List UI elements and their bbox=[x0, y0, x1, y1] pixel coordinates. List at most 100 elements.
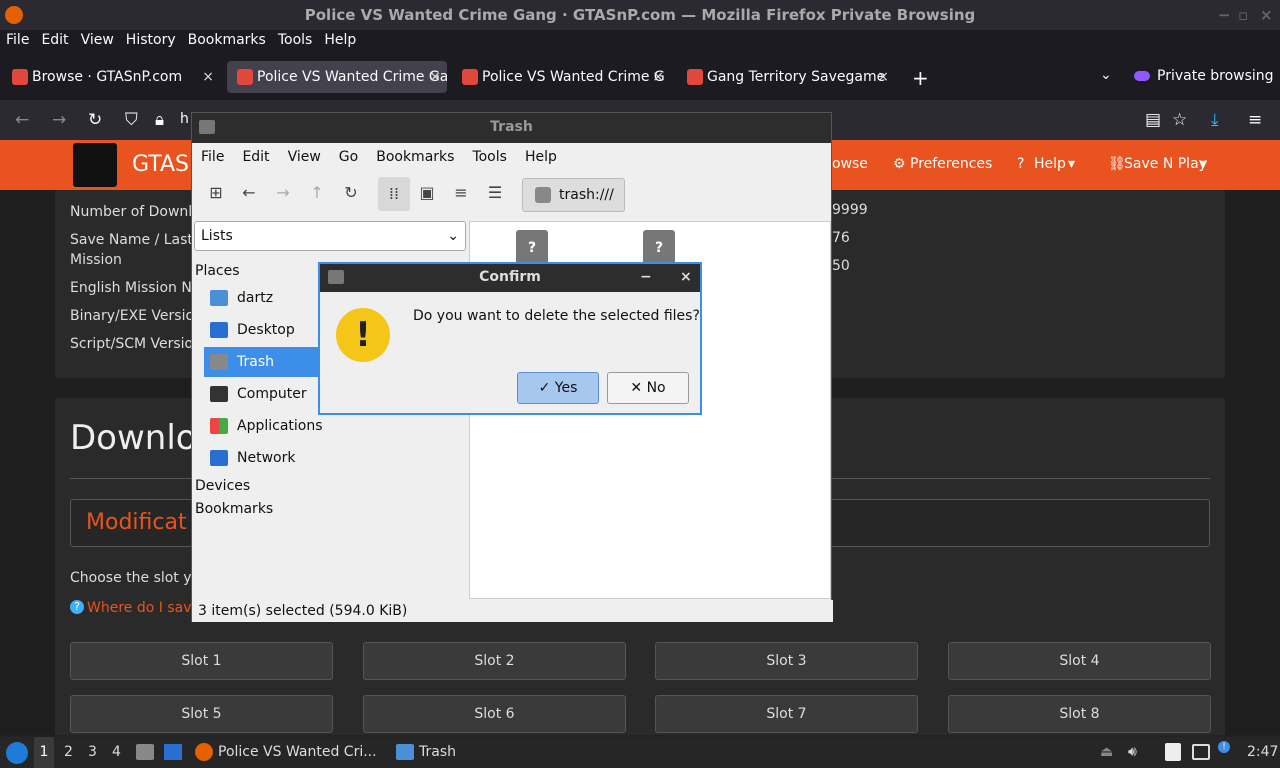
forward-icon[interactable]: → bbox=[271, 183, 295, 207]
tab-close-icon[interactable]: × bbox=[877, 61, 889, 93]
dialog-title: Confirm bbox=[479, 269, 541, 285]
slot-button[interactable]: Slot 3 bbox=[655, 642, 918, 680]
reload-icon[interactable]: ↻ bbox=[88, 110, 102, 130]
back-icon[interactable]: ← bbox=[237, 183, 261, 207]
place-desktop[interactable]: Desktop bbox=[204, 315, 320, 345]
trash-task-icon bbox=[396, 744, 414, 760]
place-computer[interactable]: Computer bbox=[204, 379, 320, 409]
menu-edit[interactable]: Edit bbox=[35, 30, 74, 48]
no-button[interactable]: ✕ No bbox=[607, 372, 689, 404]
bookmarks-header[interactable]: Bookmarks bbox=[195, 501, 273, 517]
devices-header[interactable]: Devices bbox=[195, 478, 250, 494]
menu-view[interactable]: View bbox=[75, 30, 120, 48]
tab-close-icon[interactable]: × bbox=[652, 61, 664, 93]
volume-icon[interactable]: 🔊︎ bbox=[1128, 744, 1137, 760]
fm-menu-file[interactable]: File bbox=[192, 143, 233, 165]
tab-close-icon[interactable]: × bbox=[429, 61, 441, 93]
close-icon[interactable]: × bbox=[1260, 0, 1273, 30]
location-bar[interactable]: trash:/// bbox=[522, 178, 625, 212]
maximize-icon[interactable]: ▫ bbox=[1238, 0, 1248, 30]
slot-button[interactable]: Slot 1 bbox=[70, 642, 333, 680]
start-menu-icon[interactable] bbox=[6, 742, 28, 764]
dialog-titlebar: Confirm − × bbox=[320, 264, 700, 292]
tab-police-active[interactable]: Police VS Wanted Crime Ga × bbox=[227, 61, 447, 93]
nav-help[interactable]: Help bbox=[1034, 156, 1066, 172]
nav-browse[interactable]: owse bbox=[832, 156, 868, 172]
place-trash[interactable]: Trash bbox=[204, 347, 320, 377]
minimize-icon[interactable]: − bbox=[1218, 0, 1231, 30]
menu-history[interactable]: History bbox=[120, 30, 182, 48]
compact-view-icon[interactable]: ≡ bbox=[449, 183, 473, 207]
desktop-icon bbox=[210, 322, 228, 338]
file-manager-launcher-icon[interactable] bbox=[136, 744, 154, 760]
menu-bookmarks[interactable]: Bookmarks bbox=[182, 30, 272, 48]
reload-icon[interactable]: ↻ bbox=[339, 183, 363, 207]
fm-menu-tools[interactable]: Tools bbox=[463, 143, 516, 165]
up-icon[interactable]: ↑ bbox=[305, 183, 329, 207]
place-dartz[interactable]: dartz bbox=[204, 283, 320, 313]
back-icon[interactable]: ← bbox=[15, 110, 29, 130]
firefox-task[interactable]: Police VS Wanted Cri... bbox=[218, 744, 377, 760]
trash-task[interactable]: Trash bbox=[419, 744, 456, 760]
new-tab-icon[interactable]: + bbox=[912, 66, 929, 90]
notification-icon[interactable]: ! bbox=[1218, 741, 1230, 753]
thumbnail-view-icon[interactable]: ▣ bbox=[415, 183, 439, 207]
tab-browse[interactable]: Browse · GTASnP.com × bbox=[2, 61, 220, 93]
app-menu-icon[interactable]: ≡ bbox=[1248, 110, 1262, 130]
workspace-1[interactable]: 1 bbox=[34, 737, 54, 768]
slot-button[interactable]: Slot 2 bbox=[363, 642, 626, 680]
fm-menu-bookmarks[interactable]: Bookmarks bbox=[367, 143, 463, 165]
menu-file[interactable]: File bbox=[0, 30, 35, 48]
menu-tools[interactable]: Tools bbox=[272, 30, 319, 48]
show-desktop-icon[interactable] bbox=[164, 744, 182, 760]
network-icon bbox=[210, 450, 228, 466]
menu-help[interactable]: Help bbox=[318, 30, 362, 48]
nav-save-n-play[interactable]: Save N Play bbox=[1124, 156, 1207, 172]
info-value: 50 bbox=[832, 258, 850, 274]
minimize-icon[interactable]: − bbox=[640, 264, 652, 290]
reader-view-icon[interactable]: ▤ bbox=[1145, 110, 1161, 130]
workspace-4[interactable]: 4 bbox=[112, 744, 121, 760]
network-tray-icon[interactable] bbox=[1192, 744, 1210, 760]
tab-close-icon[interactable]: × bbox=[202, 61, 214, 93]
eject-icon[interactable]: ⏏ bbox=[1100, 744, 1113, 760]
downloads-icon[interactable]: ⤓ bbox=[1211, 110, 1219, 130]
fm-menu-edit[interactable]: Edit bbox=[233, 143, 278, 165]
unknown-file-icon[interactable]: ? bbox=[643, 230, 675, 266]
slot-button[interactable]: Slot 8 bbox=[948, 695, 1211, 733]
slot-button[interactable]: Slot 4 bbox=[948, 642, 1211, 680]
tab-gang-territory[interactable]: Gang Territory Savegame × bbox=[677, 61, 895, 93]
slot-button[interactable]: Slot 7 bbox=[655, 695, 918, 733]
slot-button[interactable]: Slot 6 bbox=[363, 695, 626, 733]
places-header: Places bbox=[195, 263, 240, 279]
tab-police-2[interactable]: Police VS Wanted Crime G × bbox=[452, 61, 670, 93]
fm-menu-view[interactable]: View bbox=[279, 143, 330, 165]
list-all-tabs-icon[interactable]: ⌄ bbox=[1100, 67, 1112, 83]
new-tab-icon[interactable]: ⊞ bbox=[204, 183, 228, 207]
chevron-down-icon: ▾ bbox=[1200, 156, 1208, 172]
url-bar[interactable]: h bbox=[180, 111, 189, 127]
slot-button[interactable]: Slot 5 bbox=[70, 695, 333, 733]
icon-view-icon[interactable]: ⁞⁞ bbox=[378, 177, 410, 211]
close-icon[interactable]: × bbox=[680, 264, 692, 290]
detailed-view-icon[interactable]: ☰ bbox=[483, 183, 507, 207]
forward-icon[interactable]: → bbox=[52, 110, 66, 130]
yes-button[interactable]: ✓ Yes bbox=[517, 372, 599, 404]
side-pane-mode-select[interactable]: Lists ⌄ bbox=[194, 221, 466, 251]
unknown-file-icon[interactable]: ? bbox=[516, 230, 548, 266]
place-network[interactable]: Network bbox=[204, 443, 320, 473]
folder-icon bbox=[199, 120, 215, 134]
chevron-down-icon: ⌄ bbox=[447, 228, 459, 244]
clipboard-icon[interactable] bbox=[1165, 743, 1181, 761]
place-applications[interactable]: Applications bbox=[204, 411, 323, 441]
fm-menu-go[interactable]: Go bbox=[330, 143, 367, 165]
nav-preferences[interactable]: Preferences bbox=[910, 156, 992, 172]
workspace-2[interactable]: 2 bbox=[64, 744, 73, 760]
info-label: Script/SCM Versio bbox=[70, 336, 194, 352]
fm-menu-help[interactable]: Help bbox=[516, 143, 566, 165]
workspace-3[interactable]: 3 bbox=[88, 744, 97, 760]
bookmark-star-icon[interactable]: ☆ bbox=[1172, 110, 1187, 130]
site-logo-icon[interactable] bbox=[73, 143, 117, 187]
where-save-link[interactable]: Where do I save bbox=[87, 600, 200, 616]
gtasnp-favicon-icon bbox=[237, 69, 253, 85]
